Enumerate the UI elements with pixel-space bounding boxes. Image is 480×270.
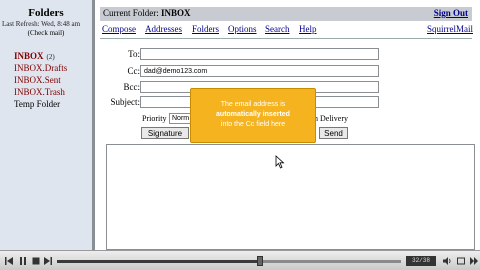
stop-icon[interactable] [31,256,41,266]
video-player-bar: 32/38 [0,250,480,270]
seek-track[interactable] [57,260,401,263]
to-label: To: [128,49,140,59]
pause-icon[interactable] [18,256,28,266]
callout-line-1: The email address is [220,101,286,108]
folder-sidebar: Folders Last Refresh: Wed, 8:48 am (Chec… [0,0,92,250]
mouse-pointer-icon [275,155,285,169]
next-slide-icon[interactable] [469,256,479,266]
squirrelmail-link[interactable]: SquirrelMail [427,24,473,34]
sidebar-title: Folders [28,7,64,19]
callout-line-2: automatically inserted [216,111,290,118]
folder-item-temp[interactable]: Temp Folder [14,99,60,109]
volume-icon[interactable] [442,256,452,266]
nav-help[interactable]: Help [299,24,317,34]
send-button[interactable]: Send [319,127,348,139]
current-folder-label: Current Folder: [103,8,159,18]
seek-handle[interactable] [256,256,263,266]
rewind-icon[interactable] [4,256,14,266]
tutorial-callout: The email address is automatically inser… [190,88,316,143]
folder-header-bar: Current Folder: INBOX Sign Out [100,7,472,21]
cc-field[interactable]: dad@demo123.com [140,65,379,77]
sign-out-link[interactable]: Sign Out [434,8,468,18]
cc-label: Cc: [127,66,141,76]
callout-line-3: into the Cc field here [220,121,286,128]
nav-divider [100,38,472,39]
priority-label: Priority [142,114,167,123]
folder-item-sent[interactable]: INBOX.Sent [14,75,61,85]
signature-button[interactable]: Signature [141,127,189,139]
nav-addresses[interactable]: Addresses [145,24,182,34]
folder-label: INBOX [14,51,44,61]
last-refresh-text: Last Refresh: Wed, 8:48 am [2,20,81,28]
bcc-label: Bcc: [123,82,141,92]
to-field[interactable] [140,48,379,60]
message-body-textarea[interactable] [106,144,475,250]
receipt-delivery-label: n Delivery [314,114,348,123]
nav-options[interactable]: Options [228,24,257,34]
nav-search[interactable]: Search [265,24,290,34]
current-folder-name: INBOX [161,8,191,18]
nav-compose[interactable]: Compose [102,24,136,34]
seek-progress [57,260,260,263]
folder-item-inbox[interactable]: INBOX (2) [14,51,55,61]
check-mail-link[interactable]: (Check mail) [0,29,92,37]
unread-count: (2) [46,53,55,61]
folder-item-trash[interactable]: INBOX.Trash [14,87,65,97]
fullscreen-icon[interactable] [456,256,466,266]
nav-folders[interactable]: Folders [192,24,219,34]
slide-counter: 32/38 [406,256,436,266]
current-folder-indicator: Current Folder: INBOX [103,8,191,18]
subject-label: Subject: [110,97,141,107]
step-forward-icon[interactable] [43,256,53,266]
folder-item-drafts[interactable]: INBOX.Drafts [14,63,67,73]
